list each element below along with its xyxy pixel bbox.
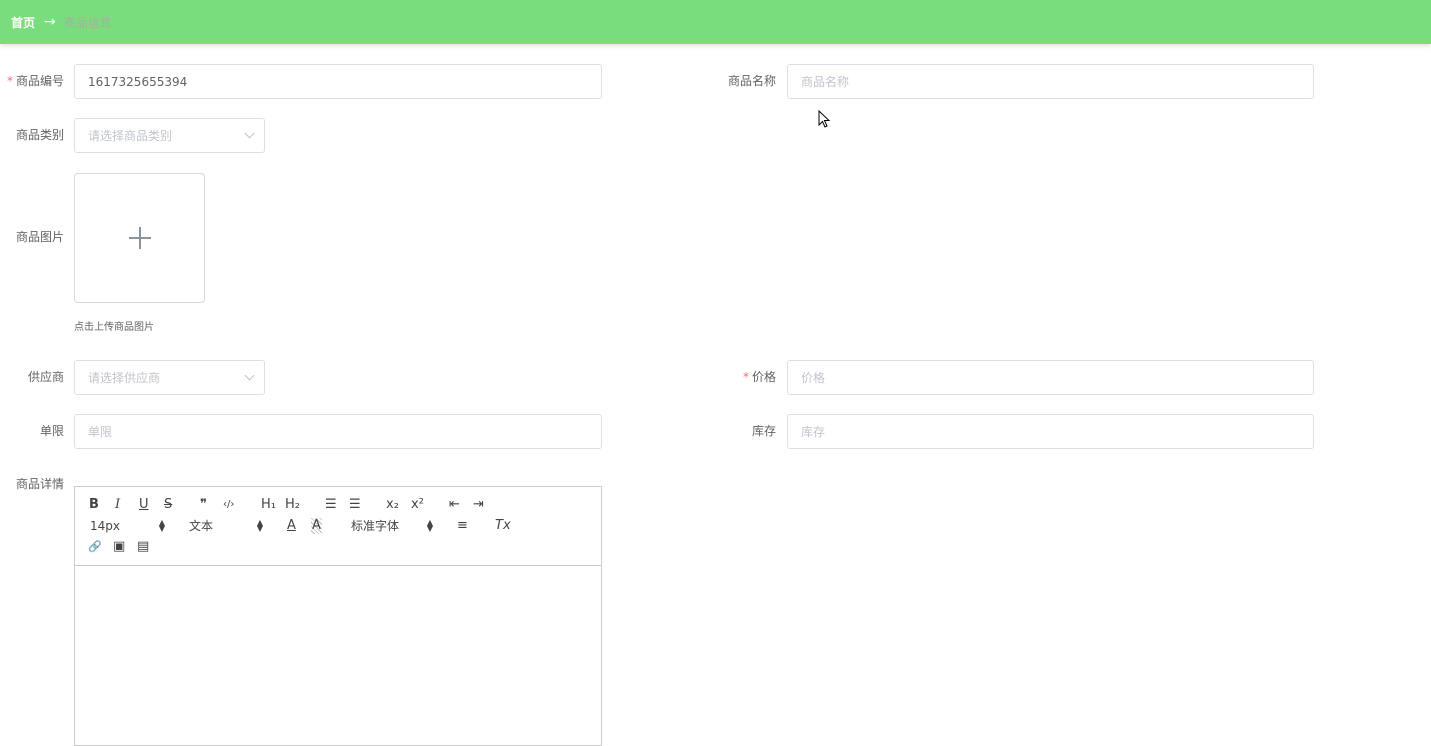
- picker-arrows-icon: ▲ ▼: [256, 518, 263, 533]
- clean-format-button[interactable]: Tx: [495, 518, 511, 534]
- header-value: 文本: [189, 519, 214, 533]
- plus-icon: [128, 227, 151, 249]
- supplier-label: 供应商: [27, 370, 64, 384]
- category-select[interactable]: [74, 118, 265, 153]
- limit-input[interactable]: [74, 414, 602, 449]
- font-family-value: 标准字体: [351, 519, 400, 533]
- header-picker[interactable]: 文本 ▲ ▼: [189, 518, 263, 534]
- breadcrumb-home[interactable]: 首页: [11, 14, 35, 31]
- required-mark: *: [742, 370, 749, 384]
- upload-tip: 点击上传商品图片: [74, 322, 154, 333]
- strike-button[interactable]: S: [164, 497, 172, 513]
- mouse-cursor-icon: [818, 110, 831, 128]
- stock-input[interactable]: [787, 414, 1314, 449]
- limit-label: 单限: [39, 424, 64, 438]
- align-button[interactable]: ≡: [457, 518, 468, 534]
- code-block-button[interactable]: ‹/›: [223, 497, 234, 513]
- rich-text-editor: B I U S ❞ ‹/› H₁ H₂ ☰ ☰ x₂ x² ⇤ ⇥ 14px ▲…: [74, 486, 602, 746]
- font-family-picker[interactable]: 标准字体 ▲ ▼: [351, 518, 433, 534]
- code-label: * 商品编号: [6, 74, 64, 88]
- video-insert-button[interactable]: ▤: [137, 539, 149, 555]
- editor-toolbar: B I U S ❞ ‹/› H₁ H₂ ☰ ☰ x₂ x² ⇤ ⇥ 14px ▲…: [75, 487, 601, 566]
- outdent-button[interactable]: ⇤: [449, 497, 460, 513]
- font-size-picker[interactable]: 14px ▲ ▼: [90, 518, 165, 534]
- picker-arrows-icon: ▲ ▼: [158, 518, 165, 533]
- image-label: 商品图片: [15, 230, 64, 244]
- font-size-value: 14px: [90, 519, 120, 533]
- price-input[interactable]: [787, 360, 1314, 395]
- image-upload-box[interactable]: [74, 173, 205, 303]
- category-label: 商品类别: [15, 128, 64, 142]
- code-input[interactable]: [74, 64, 602, 99]
- bold-button[interactable]: B: [89, 497, 99, 513]
- blockquote-button[interactable]: ❞: [200, 497, 207, 513]
- breadcrumb-current: 商品信息: [63, 15, 112, 30]
- price-label: * 价格: [742, 370, 776, 384]
- top-breadcrumb-bar: 首页 → 商品信息: [0, 0, 1431, 44]
- subscript-button[interactable]: x₂: [386, 497, 399, 513]
- superscript-button[interactable]: x²: [411, 497, 424, 513]
- background-color-button[interactable]: A: [311, 518, 322, 534]
- supplier-select[interactable]: [74, 360, 265, 395]
- ordered-list-button[interactable]: ☰: [325, 497, 337, 513]
- picker-arrows-icon: ▲ ▼: [426, 518, 433, 533]
- image-insert-button[interactable]: ▣: [113, 539, 125, 555]
- required-mark: *: [6, 74, 13, 88]
- font-color-button[interactable]: A: [287, 518, 296, 534]
- header2-button[interactable]: H₂: [285, 497, 300, 513]
- italic-button[interactable]: I: [115, 497, 120, 513]
- header1-button[interactable]: H₁: [261, 497, 276, 513]
- link-button[interactable]: 🔗: [88, 539, 102, 555]
- category-select-input[interactable]: [74, 118, 265, 153]
- bullet-list-button[interactable]: ☰: [349, 497, 361, 513]
- name-label: 商品名称: [727, 74, 776, 88]
- supplier-select-input[interactable]: [74, 360, 265, 395]
- editor-content-area[interactable]: [75, 566, 601, 746]
- name-input[interactable]: [787, 64, 1314, 99]
- stock-label: 库存: [751, 424, 776, 438]
- breadcrumb-separator-icon: →: [44, 14, 56, 30]
- indent-button[interactable]: ⇥: [473, 497, 484, 513]
- underline-button[interactable]: U: [139, 497, 149, 513]
- detail-label: 商品详情: [15, 477, 64, 491]
